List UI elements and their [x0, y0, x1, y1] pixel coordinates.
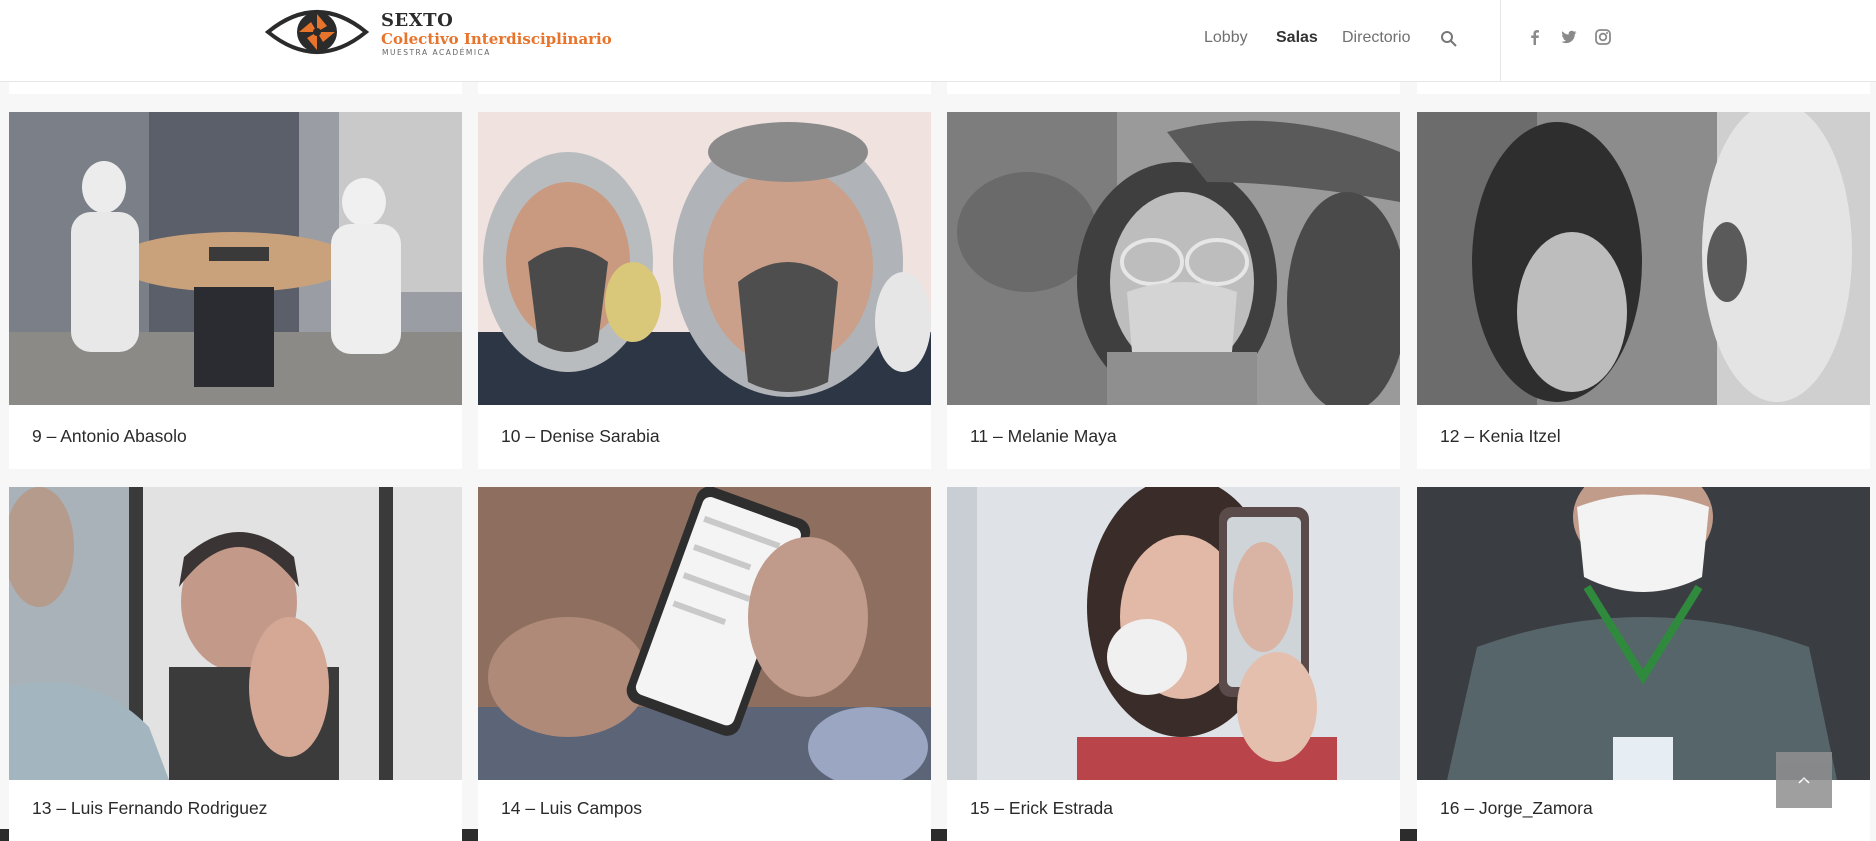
gallery-card[interactable]: 9 – Antonio Abasolo: [9, 112, 462, 469]
previous-card-edge: [478, 81, 931, 94]
bottom-edge: [1400, 829, 1417, 841]
card-title[interactable]: 11 – Melanie Maya: [970, 426, 1117, 447]
card-photo[interactable]: [478, 112, 931, 405]
nav-directorio[interactable]: Directorio: [1342, 29, 1410, 47]
card-title[interactable]: 10 – Denise Sarabia: [501, 426, 660, 447]
previous-card-edge: [9, 81, 462, 94]
gallery-card[interactable]: 12 – Kenia Itzel: [1417, 112, 1870, 469]
twitter-icon[interactable]: [1560, 28, 1578, 46]
nav-lobby[interactable]: Lobby: [1204, 29, 1248, 47]
gallery-card[interactable]: 14 – Luis Campos: [478, 487, 931, 841]
card-title[interactable]: 16 – Jorge_Zamora: [1440, 798, 1593, 819]
card-photo[interactable]: [1417, 112, 1870, 405]
gallery-card[interactable]: 10 – Denise Sarabia: [478, 112, 931, 469]
card-photo[interactable]: [947, 112, 1400, 405]
card-photo[interactable]: [9, 487, 462, 780]
card-photo[interactable]: [9, 112, 462, 405]
card-title[interactable]: 14 – Luis Campos: [501, 798, 642, 819]
bottom-edge: [0, 829, 9, 841]
card-photo[interactable]: [1417, 487, 1870, 780]
card-photo[interactable]: [947, 487, 1400, 780]
facebook-icon[interactable]: [1526, 28, 1544, 46]
card-title[interactable]: 13 – Luis Fernando Rodriguez: [32, 798, 267, 819]
eye-logo-icon: [265, 10, 369, 54]
scroll-to-top-button[interactable]: [1776, 752, 1832, 808]
bottom-edge: [931, 829, 947, 841]
site-logo[interactable]: SEXTO Colectivo Interdisciplinario MUEST…: [265, 4, 612, 60]
bottom-edge: [462, 829, 478, 841]
previous-card-edge: [947, 81, 1400, 94]
site-header: SEXTO Colectivo Interdisciplinario MUEST…: [0, 0, 1876, 82]
card-title[interactable]: 12 – Kenia Itzel: [1440, 426, 1561, 447]
gallery-card[interactable]: 13 – Luis Fernando Rodriguez: [9, 487, 462, 841]
nav-salas[interactable]: Salas: [1276, 29, 1318, 47]
card-title[interactable]: 9 – Antonio Abasolo: [32, 426, 187, 447]
search-icon[interactable]: [1440, 30, 1458, 48]
card-photo[interactable]: [478, 487, 931, 780]
nav-divider: [1500, 0, 1501, 81]
logo-line-2: Colectivo Interdisciplinario: [381, 30, 612, 48]
logo-line-1: SEXTO: [381, 10, 454, 31]
instagram-icon[interactable]: [1594, 28, 1612, 46]
previous-card-edge: [1417, 81, 1870, 94]
logo-line-3: MUESTRA ACADÉMICA: [382, 48, 491, 57]
gallery-card[interactable]: 11 – Melanie Maya: [947, 112, 1400, 469]
card-title[interactable]: 15 – Erick Estrada: [970, 798, 1113, 819]
chevron-up-icon: [1798, 776, 1810, 784]
gallery-card[interactable]: 15 – Erick Estrada: [947, 487, 1400, 841]
